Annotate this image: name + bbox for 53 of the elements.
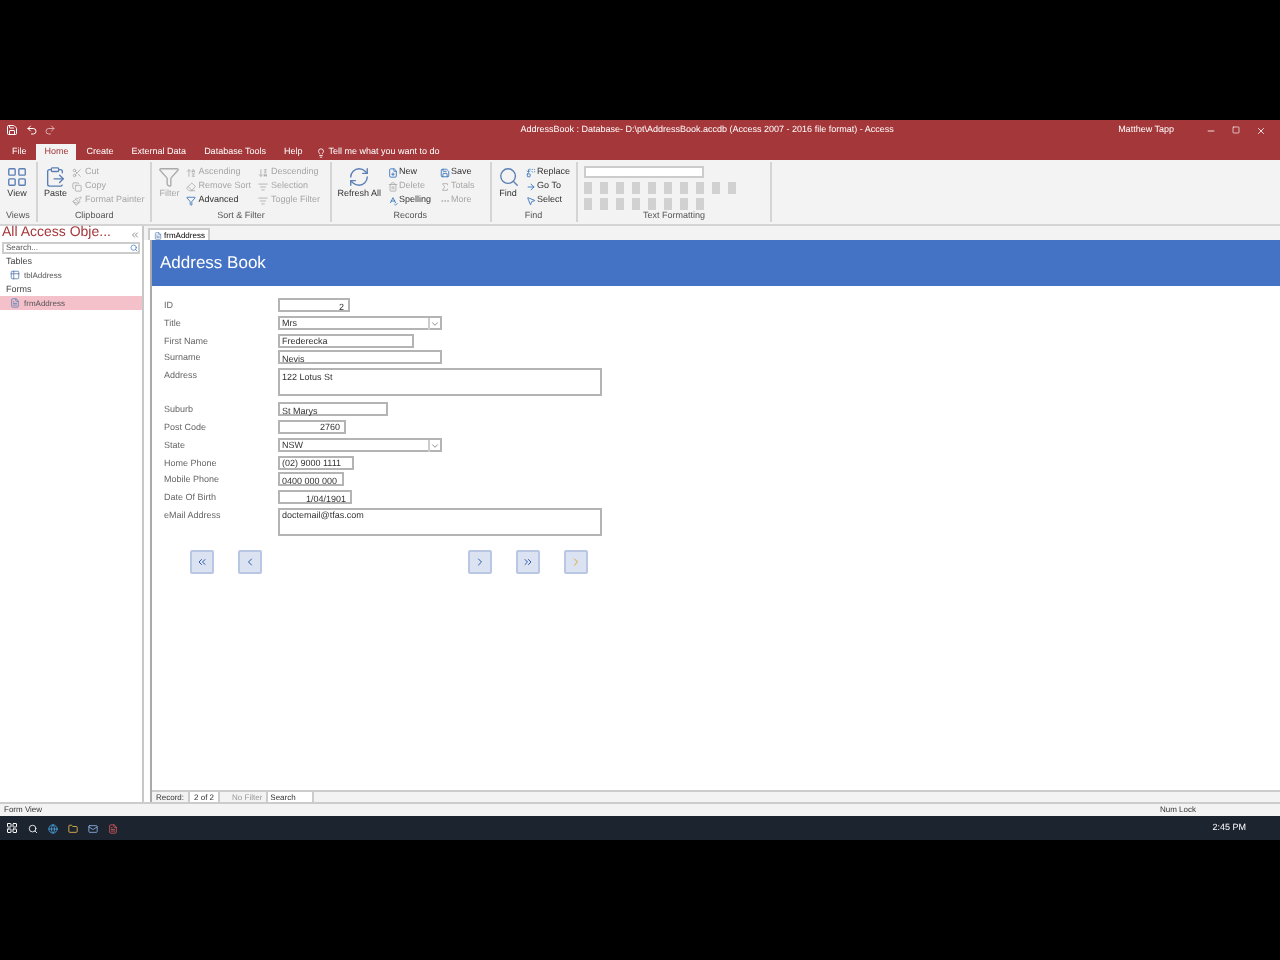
ribbon-icon	[525, 167, 536, 177]
table-icon	[10, 270, 20, 280]
access-app-icon[interactable]	[108, 823, 118, 833]
minimize-icon[interactable]	[1206, 125, 1216, 135]
record-nav-button[interactable]	[516, 549, 540, 574]
ribbon-icon	[186, 167, 197, 177]
alignment-toolbar-drawing	[584, 198, 705, 210]
ribbon-icon	[439, 167, 450, 177]
ribbon-icon	[258, 181, 269, 191]
search-icon	[130, 244, 138, 252]
ribbon-icon	[497, 166, 520, 188]
ribbon-icon	[525, 181, 536, 191]
dropdown-arrow-icon	[428, 317, 440, 330]
undo-icon[interactable]	[26, 124, 38, 136]
save-icon[interactable]	[6, 124, 18, 136]
collapse-icon[interactable]	[130, 229, 140, 239]
ribbon-icon	[72, 181, 83, 191]
mail-icon[interactable]	[88, 823, 98, 833]
dropdown-arrow-icon	[428, 439, 440, 452]
ribbon-icon	[258, 195, 269, 205]
ribbon-icon	[158, 166, 181, 188]
ribbon-icon	[348, 166, 371, 188]
ribbon-icon	[525, 195, 536, 205]
lightbulb-icon	[316, 147, 327, 157]
next-icon	[474, 555, 486, 568]
record-nav-button[interactable]	[468, 549, 492, 574]
ribbon-icon	[186, 195, 197, 205]
record-selector[interactable]	[144, 240, 152, 802]
form-icon	[10, 298, 20, 308]
ribbon-icon	[387, 167, 398, 177]
ribbon-icon	[258, 167, 269, 177]
search-icon[interactable]	[28, 823, 38, 833]
windows-start-icon[interactable]	[6, 822, 18, 834]
ribbon-icon	[6, 166, 28, 188]
previous-icon	[244, 555, 256, 568]
record-nav-button[interactable]	[238, 549, 262, 574]
font-name-field[interactable]	[584, 166, 705, 178]
ribbon-icon	[186, 181, 197, 191]
last-icon	[522, 555, 534, 568]
first-icon	[196, 555, 208, 568]
form-icon	[154, 231, 162, 239]
ribbon-icon	[387, 195, 398, 205]
ribbon-icon	[387, 181, 398, 191]
ribbon-icon	[44, 166, 67, 188]
folder-icon[interactable]	[68, 823, 78, 833]
restore-icon[interactable]	[1232, 126, 1240, 134]
new-record-icon	[570, 555, 582, 568]
browser-icon[interactable]	[48, 823, 58, 833]
ribbon-icon	[72, 195, 83, 205]
record-nav-button[interactable]	[190, 549, 214, 574]
redo-icon[interactable]	[44, 124, 56, 136]
form-header: Address Book	[152, 240, 1280, 286]
record-nav-button[interactable]	[564, 549, 588, 574]
